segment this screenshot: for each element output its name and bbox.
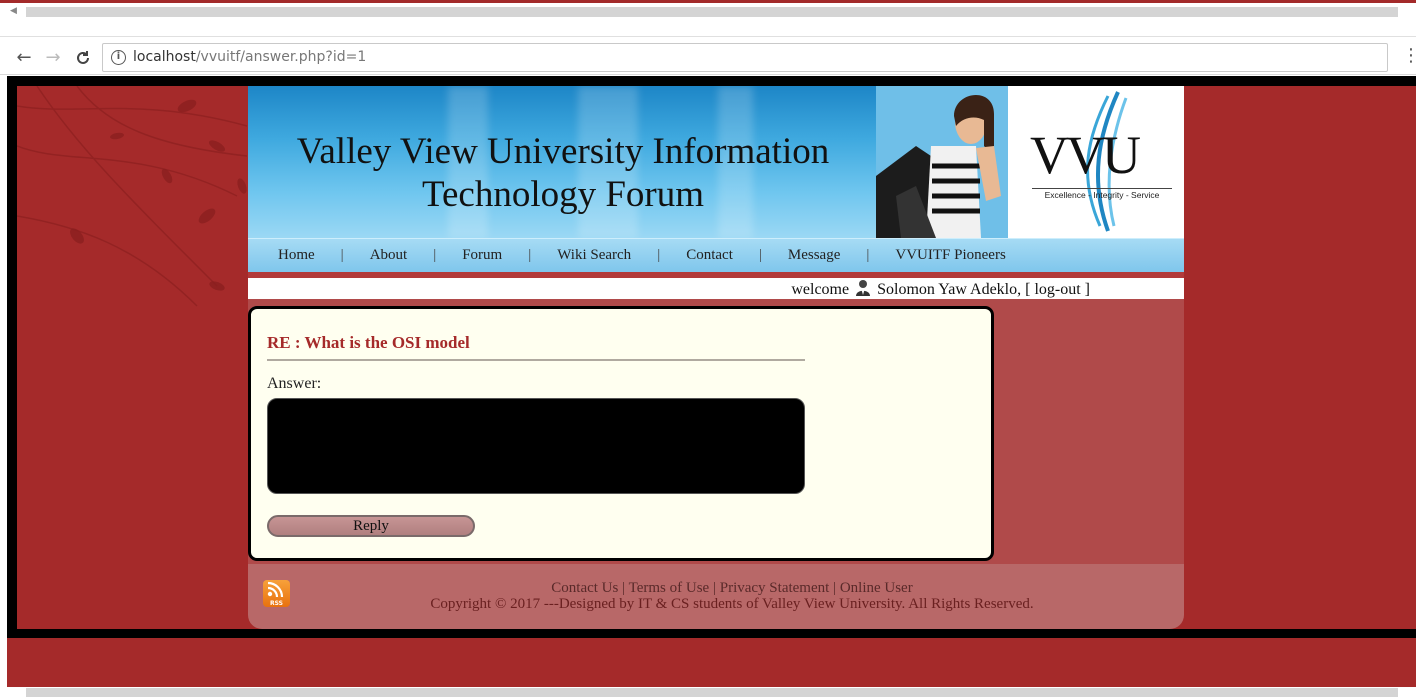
nav-wiki-search[interactable]: Wiki Search	[544, 247, 644, 264]
welcome-text: welcome Solomon Yaw Adeklo, [ log-out ]	[791, 279, 1090, 299]
answer-textarea[interactable]	[267, 398, 805, 494]
scrollbar-track[interactable]	[26, 7, 1398, 17]
reload-glyph	[77, 51, 89, 64]
nav-separator: |	[433, 247, 437, 263]
nav-forum[interactable]: Forum	[449, 247, 515, 264]
footer-separator: |	[712, 580, 716, 596]
forward-arrow-icon[interactable]: →	[40, 45, 66, 71]
footer-privacy-statement[interactable]: Privacy Statement	[720, 580, 830, 596]
footer-separator: |	[833, 580, 837, 596]
site-title-line1: Valley View University Information	[296, 131, 830, 172]
nav-separator: |	[866, 247, 870, 263]
site-container: Valley View University Information Techn…	[248, 86, 1184, 629]
nav-list: Home | About | Forum | Wiki Search | Contact | Mes…	[265, 247, 1019, 264]
footer-online-user[interactable]: Online User	[840, 580, 913, 596]
url-host: localhost	[133, 49, 196, 65]
site-title-line2: Technology Forum	[421, 174, 705, 215]
address-bar[interactable]: i localhost/vvuitf/answer.php?id=1 ☆	[102, 43, 1388, 72]
student-photo	[876, 86, 1008, 238]
vvu-logo-tagline: Excellence - Integrity - Service	[1032, 188, 1172, 200]
tab-strip	[0, 21, 1416, 41]
site-banner: Valley View University Information Techn…	[248, 86, 1184, 238]
nav-separator: |	[758, 247, 762, 263]
nav-about[interactable]: About	[357, 247, 421, 264]
nav-separator: |	[657, 247, 661, 263]
footer-separator: |	[622, 580, 626, 596]
page-bottom-border	[7, 629, 1416, 638]
answer-panel: RE : What is the OSI model Answer: Reply	[248, 306, 994, 561]
browser-menu-icon[interactable]: ⋮	[1402, 45, 1416, 66]
decorative-branches-icon	[17, 86, 248, 307]
browser-toolbar: ← → i localhost/vvuitf/answer.php?id=1 ☆…	[0, 41, 1416, 75]
info-icon[interactable]: i	[111, 50, 126, 65]
logout-link[interactable]: [ log-out ]	[1025, 281, 1090, 298]
main-navigation: Home | About | Forum | Wiki Search | Contact | Mes…	[248, 238, 1184, 272]
copyright-text: Copyright © 2017 ---Designed by IT & CS …	[430, 596, 1034, 612]
nav-separator: |	[528, 247, 532, 263]
content-area: RE : What is the OSI model Answer: Reply	[248, 299, 1184, 564]
site-footer: RSS Contact Us | Terms of Use | Privacy …	[248, 564, 1184, 629]
page-top-border	[7, 76, 1416, 86]
nav-home[interactable]: Home	[265, 247, 328, 264]
footer-links: Contact Us | Terms of Use | Privacy Stat…	[248, 580, 1216, 597]
reply-button[interactable]: Reply	[267, 515, 475, 537]
scroll-left-icon[interactable]: ◀	[10, 6, 17, 16]
welcome-prefix: welcome	[791, 281, 850, 298]
vvu-logo-text: VVU	[1030, 125, 1141, 185]
page-viewport: Valley View University Information Techn…	[7, 76, 1416, 687]
nav-vvuitf-pioneers[interactable]: VVUITF Pioneers	[882, 247, 1018, 264]
bottom-horizontal-scrollbar[interactable]	[0, 687, 1416, 697]
url-path: /vvuitf/answer.php?id=1	[195, 49, 367, 65]
back-arrow-icon[interactable]: ←	[11, 45, 37, 71]
nav-contact[interactable]: Contact	[673, 247, 746, 264]
url-text[interactable]: localhost/vvuitf/answer.php?id=1	[133, 49, 366, 65]
page-left-border	[7, 76, 17, 638]
welcome-user-name: Solomon Yaw Adeklo,	[877, 281, 1022, 298]
title-divider	[267, 359, 805, 361]
scrollbar-track[interactable]	[26, 688, 1398, 697]
vvu-logo: VVU Excellence - Integrity - Service	[1008, 86, 1184, 238]
user-avatar-icon	[856, 280, 871, 296]
question-title: RE : What is the OSI model	[267, 333, 470, 352]
nav-separator: |	[340, 247, 344, 263]
footer-terms-of-use[interactable]: Terms of Use	[629, 580, 710, 596]
nav-message[interactable]: Message	[775, 247, 854, 264]
reload-icon[interactable]	[70, 45, 96, 71]
answer-label: Answer:	[267, 375, 322, 392]
footer-contact-us[interactable]: Contact Us	[551, 580, 618, 596]
welcome-bar: welcome Solomon Yaw Adeklo, [ log-out ]	[248, 278, 1184, 299]
site-title: Valley View University Information Techn…	[268, 130, 858, 216]
top-horizontal-scrollbar[interactable]: ◀	[0, 3, 1416, 21]
